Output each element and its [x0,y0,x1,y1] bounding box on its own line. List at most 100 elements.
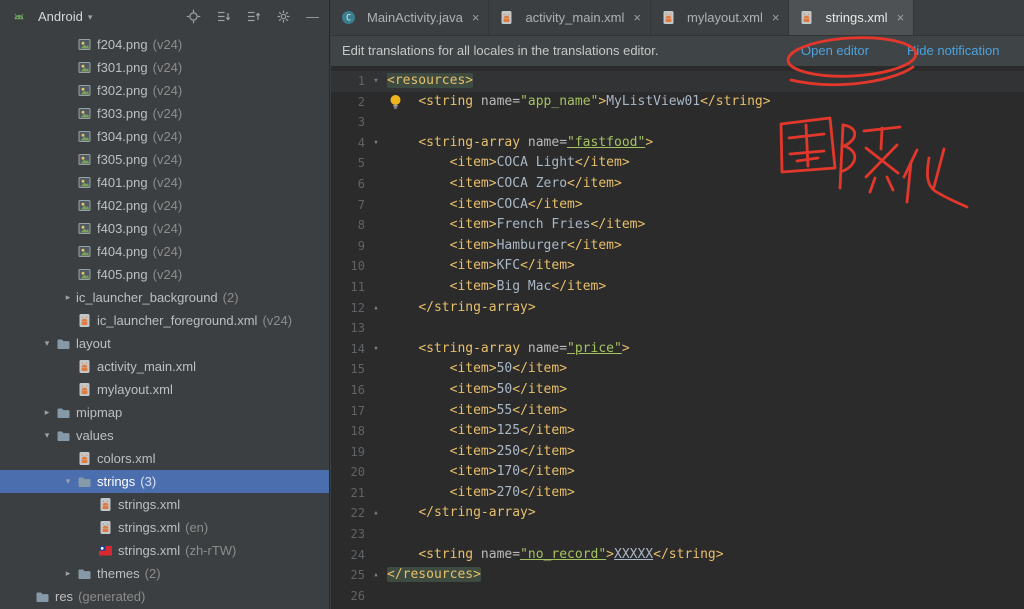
android-file-icon [97,520,114,535]
locate-icon[interactable] [186,9,201,24]
minimize-icon[interactable]: — [306,10,319,23]
tree-item-mipmap[interactable]: ▸ mipmap [0,401,329,424]
chevron-right-icon[interactable]: ▸ [60,292,76,303]
tree-item-colors.xml[interactable]: colors.xml [0,447,329,470]
code-line-23[interactable]: 23 [331,524,1024,545]
code-text: <resources> [387,73,474,88]
code-line-16[interactable]: 16 <item>50</item> [331,380,1024,401]
code-line-19[interactable]: 19 <item>250</item> [331,442,1024,463]
tree-item-f402.png[interactable]: f402.png (v24) [0,194,329,217]
project-panel: Android ▾ — f204.png (v24) f301.png (v24) f3… [0,0,330,609]
code-line-12[interactable]: 12 ▴ </string-array> [331,298,1024,319]
chevron-down-icon[interactable]: ▾ [39,338,55,349]
chevron-down-icon[interactable]: ▾ [60,476,76,487]
code-line-21[interactable]: 21 <item>270</item> [331,483,1024,504]
chevron-down-icon[interactable]: ▾ [39,430,55,441]
close-icon[interactable]: × [472,10,480,25]
fold-down-icon[interactable]: ▾ [365,133,387,154]
tab-label: strings.xml [825,10,888,25]
tree-item-suffix: (v24) [152,244,183,259]
hide-notification-link[interactable]: Hide notification [907,43,1000,58]
tree-item-f301.png[interactable]: f301.png (v24) [0,56,329,79]
code-line-1[interactable]: 1 ▾ <resources> [331,71,1024,92]
tree-item-f404.png[interactable]: f404.png (v24) [0,240,329,263]
tree-item-res[interactable]: res (generated) [0,585,329,608]
tree-item-activity_main.xml[interactable]: activity_main.xml [0,355,329,378]
tree-item-strings.xml[interactable]: strings.xml (zh-rTW) [0,539,329,562]
tree-item-ic_launcher_foreground.xml[interactable]: ic_launcher_foreground.xml (v24) [0,309,329,332]
tree-item-ic_launcher_background[interactable]: ▸ ic_launcher_background (2) [0,286,329,309]
code-line-25[interactable]: 25 ▴ </resources> [331,565,1024,586]
tree-item-strings[interactable]: ▾ strings (3) [0,470,329,493]
code-line-24[interactable]: 24 <string name="no_record">XXXXX</strin… [331,545,1024,566]
tree-item-f204.png[interactable]: f204.png (v24) [0,33,329,56]
tree-item-layout[interactable]: ▾ layout [0,332,329,355]
tab-activity_main.xml[interactable]: activity_main.xml × [489,0,651,35]
tree-item-f405.png[interactable]: f405.png (v24) [0,263,329,286]
tree-item-f303.png[interactable]: f303.png (v24) [0,102,329,125]
tree-item-suffix: (v24) [152,175,183,190]
code-line-9[interactable]: 9 <item>Hamburger</item> [331,236,1024,257]
code-text: <item>Hamburger</item> [449,237,622,253]
tree-item-suffix: (zh-rTW) [185,543,237,558]
tree-item-strings.xml[interactable]: strings.xml [0,493,329,516]
code-text: <item>French Fries</item> [449,217,646,233]
code-line-17[interactable]: 17 <item>55</item> [331,401,1024,422]
image-file-icon [76,129,93,144]
fold-down-icon[interactable]: ▾ [365,339,387,360]
tab-strings.xml[interactable]: strings.xml × [789,0,915,35]
settings-icon[interactable] [276,9,291,24]
chevron-right-icon[interactable]: ▸ [60,568,76,579]
tree-item-strings.xml[interactable]: strings.xml (en) [0,516,329,539]
chevron-down-icon[interactable]: ▾ [88,12,93,23]
image-file-icon [76,221,93,236]
tree-item-suffix: (v24) [152,37,183,52]
code-line-20[interactable]: 20 <item>170</item> [331,462,1024,483]
chevron-right-icon[interactable]: ▸ [39,407,55,418]
close-icon[interactable]: × [897,10,905,25]
tree-item-f302.png[interactable]: f302.png (v24) [0,79,329,102]
tree-item-f401.png[interactable]: f401.png (v24) [0,171,329,194]
tree-item-values[interactable]: ▾ values [0,424,329,447]
tree-item-mylayout.xml[interactable]: mylayout.xml [0,378,329,401]
tree-item-label: themes [97,566,140,581]
collapse-all-icon[interactable] [246,9,261,24]
tree-item-suffix: (v24) [152,221,183,236]
editor-tabbar: C MainActivity.java × activity_main.xml × myl… [331,0,1024,36]
fold-down-icon[interactable]: ▾ [365,71,387,92]
tree-item-label: f404.png [97,244,148,259]
code-line-26[interactable]: 26 [331,586,1024,607]
code-line-14[interactable]: 14 ▾ <string-array name="price"> [331,339,1024,360]
code-line-13[interactable]: 13 [331,318,1024,339]
tree-item-f305.png[interactable]: f305.png (v24) [0,148,329,171]
fold-up-icon[interactable]: ▴ [365,503,387,524]
tab-mylayout.xml[interactable]: mylayout.xml × [651,0,790,35]
code-text: <string-array name="price"> [418,340,630,356]
fold-up-icon[interactable]: ▴ [365,565,387,586]
tree-item-suffix: (v24) [152,267,183,282]
close-icon[interactable]: × [633,10,641,25]
line-number: 5 [357,156,365,171]
code-line-11[interactable]: 11 <item>Big Mac</item> [331,277,1024,298]
tree-item-themes[interactable]: ▸ themes (2) [0,562,329,585]
code-line-2[interactable]: 2 <string name="app_name">MyListView01</… [331,92,1024,113]
code-line-22[interactable]: 22 ▴ </string-array> [331,503,1024,524]
tab-MainActivity.java[interactable]: C MainActivity.java × [331,0,490,35]
code-line-8[interactable]: 8 <item>French Fries</item> [331,215,1024,236]
open-editor-link[interactable]: Open editor [801,43,869,58]
code-line-15[interactable]: 15 <item>50</item> [331,359,1024,380]
code-line-18[interactable]: 18 <item>125</item> [331,421,1024,442]
tree-item-f403.png[interactable]: f403.png (v24) [0,217,329,240]
expand-all-icon[interactable] [216,9,231,24]
close-icon[interactable]: × [772,10,780,25]
image-file-icon [76,175,93,190]
project-panel-header: Android ▾ — [0,0,329,33]
tree-item-f304.png[interactable]: f304.png (v24) [0,125,329,148]
project-view-selector[interactable]: Android [38,9,83,24]
fold-up-icon[interactable]: ▴ [365,298,387,319]
code-line-10[interactable]: 10 <item>KFC</item> [331,256,1024,277]
